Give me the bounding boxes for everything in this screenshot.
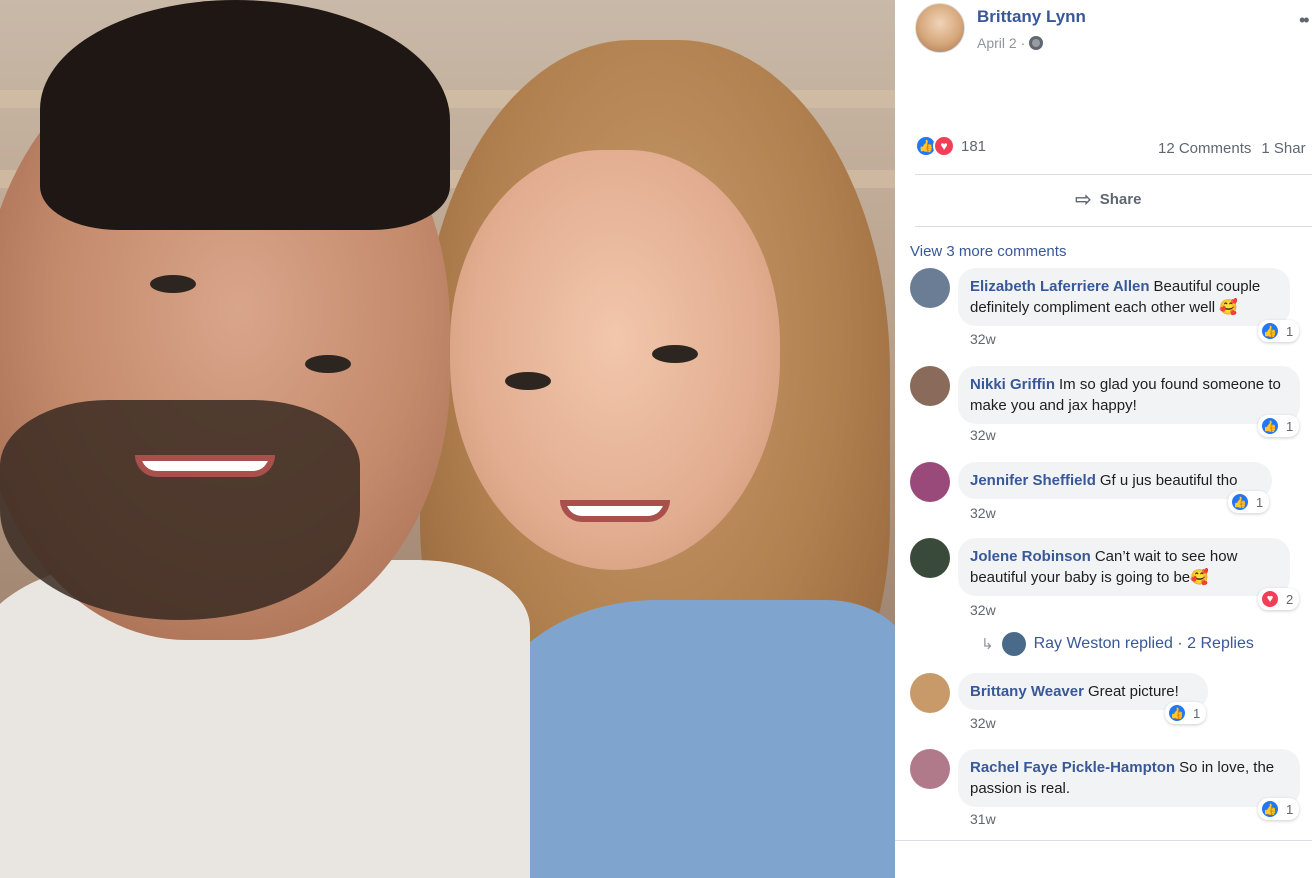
comment-reaction-count: 1 [1286,323,1294,339]
commenter-name[interactable]: Jolene Robinson [970,548,1091,565]
divider [895,840,1312,841]
like-icon: 👍 [1260,321,1280,341]
comment-bubble: Rachel Faye Pickle-Hampton So in love, th… [958,749,1300,807]
comment-reaction-count: 1 [1193,705,1201,721]
commenter-avatar[interactable] [910,268,950,308]
comment-reactions[interactable]: 👍 1 [1228,491,1270,513]
share-button[interactable]: ⇨ Share [1075,187,1141,212]
commenter-avatar[interactable] [910,538,950,578]
post-date: April 2 · [977,35,1044,51]
comment-reactions[interactable]: 👍 1 [1258,320,1300,342]
comment-text: Great picture! [1087,683,1179,700]
comment-reactions[interactable]: 👍 1 [1258,798,1300,820]
man-eye [305,355,351,373]
shares-count-link[interactable]: 1 Shar [1261,140,1305,157]
commenter-avatar[interactable] [910,749,950,789]
like-icon: 👍 [1260,799,1280,819]
post-panel: Brittany Lynn April 2 · •• 👍 ♥ 181 12 Co… [895,0,1312,878]
man-eye [150,275,196,293]
reply-arrow-icon: ↳ [981,636,994,653]
comment-bubble: Jennifer Sheffield Gf u jus beautiful tho [958,462,1272,499]
comment-bubble: Jolene Robinson Can’t wait to see how bea… [958,538,1290,596]
post-reactions[interactable]: 👍 ♥ 181 [915,135,986,157]
man-beard [0,400,360,620]
comments-count-link[interactable]: 12 Comments [1158,140,1251,157]
man-hair [40,0,450,230]
reaction-count: 181 [961,137,987,155]
share-label: Share [1099,191,1142,208]
comment-time[interactable]: 31w [970,811,996,827]
like-icon: 👍 [1260,416,1280,436]
replies-link[interactable]: ↳ Ray Weston replied · 2 Replies [981,632,1254,656]
post-counts: 12 Comments 1 Shar [1158,140,1312,157]
comment-reactions[interactable]: ♥ 2 [1258,588,1300,610]
comment-reactions[interactable]: 👍 1 [1258,415,1300,437]
man-smile [135,455,275,477]
comment-reaction-count: 1 [1286,418,1294,434]
comment-time[interactable]: 32w [970,505,996,521]
comment-bubble: Nikki Griffin Im so glad you found someon… [958,366,1300,424]
comment-reaction-count: 2 [1286,591,1294,607]
more-options-icon[interactable]: •• [1299,10,1310,31]
author-avatar[interactable] [915,3,965,53]
author-name[interactable]: Brittany Lynn [977,7,1086,27]
comment-time[interactable]: 32w [970,427,996,443]
woman-eye [652,345,698,363]
post-photo[interactable] [0,0,895,878]
replier-avatar [1001,632,1026,656]
post-date-text[interactable]: April 2 · [977,35,1025,51]
woman-smile [560,500,670,522]
comment-time[interactable]: 32w [970,331,996,347]
comment-text: Gf u jus beautiful tho [1099,472,1238,489]
love-icon: ♥ [933,135,955,157]
commenter-name[interactable]: Brittany Weaver [970,683,1084,700]
comment-bubble: Elizabeth Laferriere Allen Beautiful coup… [958,268,1290,326]
comment-time[interactable]: 32w [970,715,996,731]
divider [915,226,1312,227]
comment-reactions[interactable]: 👍 1 [1165,702,1207,724]
woman-shirt [490,600,895,878]
commenter-name[interactable]: Rachel Faye Pickle-Hampton [970,759,1175,776]
replier-text: Ray Weston replied [1033,635,1173,652]
divider [915,174,1312,175]
comment-reaction-count: 1 [1286,801,1294,817]
commenter-avatar[interactable] [910,366,950,406]
like-icon: 👍 [1167,703,1187,723]
commenter-name[interactable]: Nikki Griffin [970,376,1055,393]
commenter-name[interactable]: Jennifer Sheffield [970,472,1096,489]
like-icon: 👍 [1230,492,1250,512]
love-icon: ♥ [1260,589,1280,609]
commenter-avatar[interactable] [910,462,950,502]
reply-separator: · [1177,635,1183,652]
globe-icon [1029,36,1044,50]
view-more-comments-link[interactable]: View 3 more comments [910,243,1066,260]
post-header [915,3,965,53]
commenter-name[interactable]: Elizabeth Laferriere Allen [970,278,1150,295]
facebook-photo-viewer: Brittany Lynn April 2 · •• 👍 ♥ 181 12 Co… [0,0,1312,878]
comment-time[interactable]: 32w [970,602,996,618]
commenter-avatar[interactable] [910,673,950,713]
reply-count: 2 Replies [1187,635,1254,652]
woman-eye [505,372,551,390]
share-icon: ⇨ [1075,189,1092,211]
comment-reaction-count: 1 [1256,494,1264,510]
